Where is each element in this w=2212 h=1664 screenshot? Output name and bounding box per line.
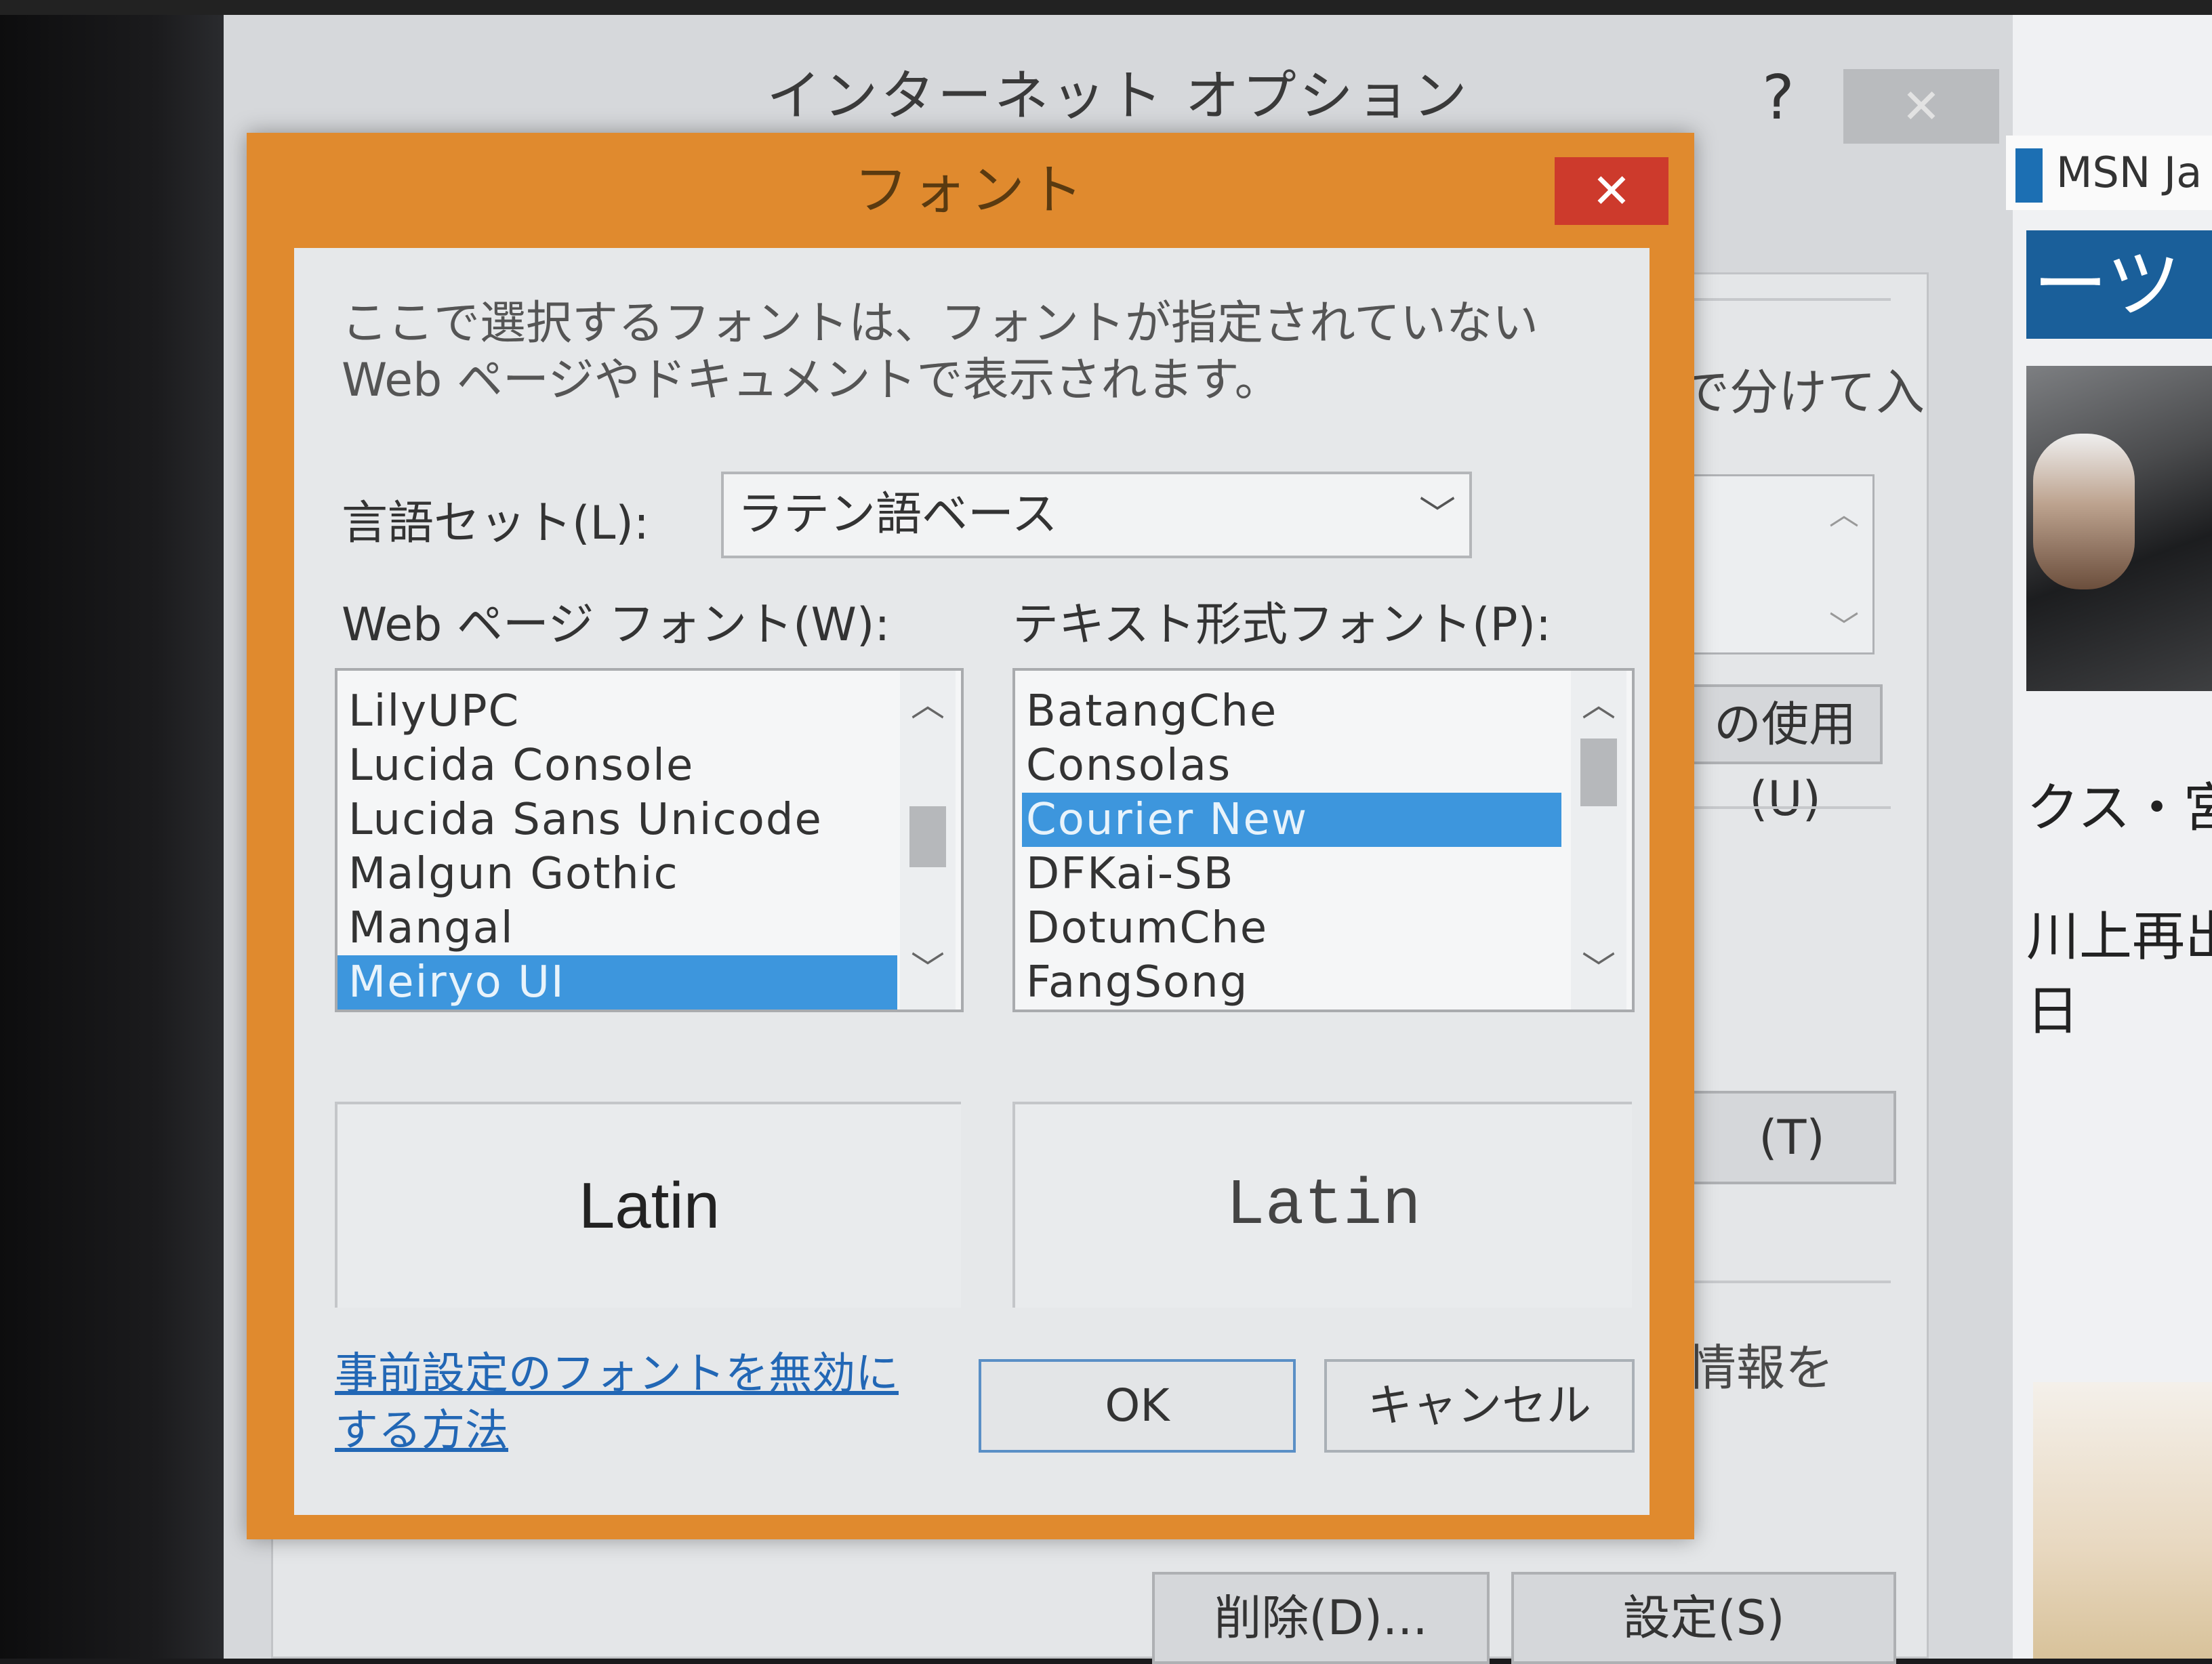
news-headline[interactable]: 川上再出: [2026, 894, 2212, 970]
monitor-bezel: [0, 0, 224, 1659]
web-font-list[interactable]: LilyUPC Lucida Console Lucida Sans Unico…: [335, 668, 964, 1012]
list-item-selected[interactable]: Courier New: [1022, 793, 1561, 847]
web-font-label: Web ページ フォント(W):: [342, 598, 890, 652]
list-item[interactable]: Consolas: [1022, 739, 1561, 793]
monitor-bezel-top: [0, 0, 2212, 15]
list-item[interactable]: DotumChe: [1022, 901, 1561, 955]
divider: [1694, 298, 1891, 301]
list-item[interactable]: BatangChe: [1022, 684, 1561, 739]
chevron-up-icon[interactable]: ︿: [900, 678, 956, 732]
dialog-description: ここで選択するフォントは、フォントが指定されていない Web ページやドキュメン…: [342, 297, 1538, 407]
homepage-textbox[interactable]: ︿ ﹀: [1687, 474, 1875, 654]
parent-t-button[interactable]: (T): [1687, 1091, 1896, 1184]
close-button[interactable]: ✕: [1555, 157, 1668, 225]
news-headline[interactable]: 日: [2026, 969, 2079, 1045]
parent-text-fragment: 情報を: [1687, 1339, 1835, 1396]
font-dialog: フォント ✕ ここで選択するフォントは、フォントが指定されていない Web ペー…: [247, 133, 1694, 1539]
scroll-thumb[interactable]: [909, 806, 946, 867]
chevron-down-icon[interactable]: ﹀: [900, 942, 956, 996]
help-icon[interactable]: ?: [1762, 62, 1795, 133]
chevron-down-icon[interactable]: ﹀: [1571, 942, 1626, 996]
msn-tab[interactable]: MSN Ja: [2006, 136, 2212, 210]
text-font-preview: Latin: [1012, 1102, 1632, 1308]
divider: [1694, 1281, 1891, 1283]
language-set-label: 言語セット(L):: [342, 497, 649, 550]
list-item[interactable]: FangSong: [1022, 955, 1561, 1010]
list-item[interactable]: Malgun Gothic: [344, 847, 884, 901]
help-link-line1[interactable]: 事前設定のフォントを無効に: [335, 1346, 899, 1402]
news-image[interactable]: [2033, 1382, 2212, 1659]
parent-text-fragment: で分けて入: [1681, 364, 1925, 421]
parent-close-button[interactable]: ✕: [1843, 69, 1999, 144]
help-link-line2[interactable]: する方法: [335, 1402, 899, 1459]
web-font-preview-text: Latin: [578, 1169, 720, 1242]
ok-button[interactable]: OK: [979, 1359, 1296, 1453]
news-photo-subject: [2033, 434, 2135, 589]
list-item[interactable]: Mangal: [344, 901, 884, 955]
section-banner[interactable]: ーツ: [2026, 230, 2212, 339]
msn-logo-icon: [2015, 148, 2043, 203]
internet-options-title: インターネット オプション: [766, 64, 1470, 127]
chevron-down-icon: ﹀: [1829, 610, 1859, 644]
msn-tab-label: MSN Ja: [2056, 148, 2203, 197]
language-set-value: ラテン語ベース: [737, 488, 1058, 541]
web-font-preview: Latin: [335, 1102, 961, 1308]
list-item[interactable]: Lucida Sans Unicode: [344, 793, 884, 847]
text-font-scrollbar[interactable]: ︿ ﹀: [1571, 671, 1626, 1010]
text-font-preview-text: Latin: [1225, 1169, 1422, 1243]
chevron-down-icon: ﹀: [1419, 493, 1456, 536]
font-dialog-body: ここで選択するフォントは、フォントが指定されていない Web ページやドキュメン…: [294, 248, 1650, 1515]
delete-button[interactable]: 削除(D)...: [1152, 1572, 1490, 1664]
help-link[interactable]: 事前設定のフォントを無効に する方法: [335, 1346, 899, 1459]
list-item[interactable]: Lucida Console: [344, 739, 884, 793]
divider: [1694, 806, 1891, 809]
use-default-button[interactable]: の使用(U): [1687, 684, 1883, 827]
chevron-up-icon[interactable]: ︿: [1571, 678, 1626, 732]
list-item-selected[interactable]: Meiryo UI: [337, 955, 897, 1010]
cancel-button[interactable]: キャンセル: [1324, 1359, 1635, 1453]
font-dialog-title: フォント: [854, 159, 1087, 222]
settings-button[interactable]: 設定(S): [1511, 1572, 1896, 1664]
web-font-scrollbar[interactable]: ︿ ﹀: [900, 671, 956, 1010]
scroll-thumb[interactable]: [1580, 739, 1617, 806]
text-font-label: テキスト形式フォント(P):: [1012, 598, 1551, 652]
news-headline[interactable]: クス・宮: [2026, 766, 2212, 841]
list-item[interactable]: DFKai-SB: [1022, 847, 1561, 901]
language-set-select[interactable]: ラテン語ベース ﹀: [721, 472, 1472, 558]
text-font-list[interactable]: BatangChe Consolas Courier New DFKai-SB …: [1012, 668, 1635, 1012]
chevron-up-icon: ︿: [1829, 497, 1859, 532]
list-item[interactable]: LilyUPC: [344, 684, 884, 739]
